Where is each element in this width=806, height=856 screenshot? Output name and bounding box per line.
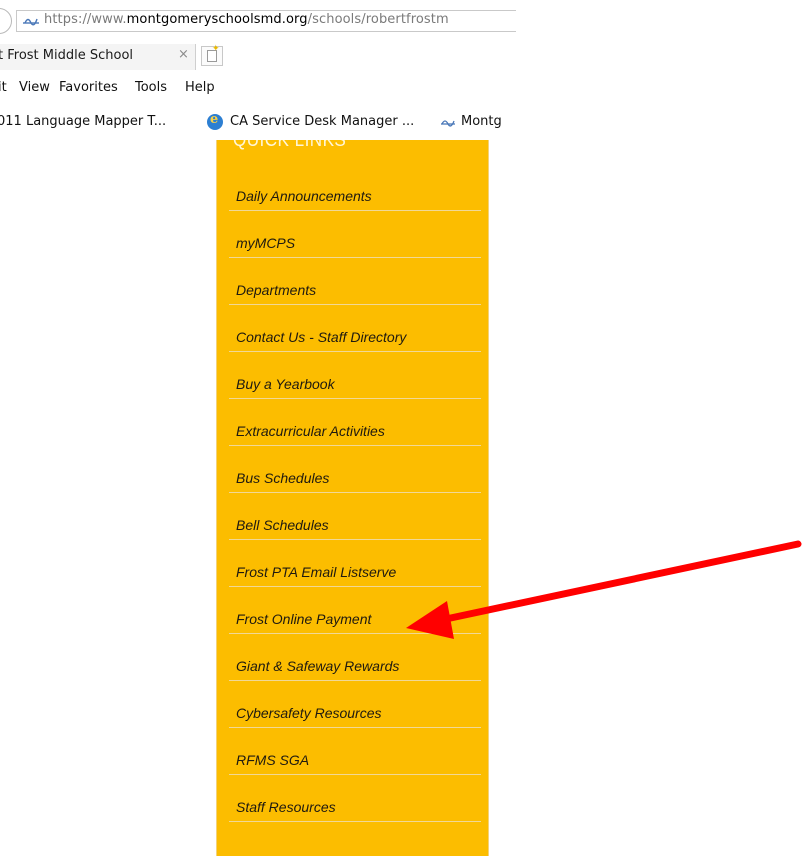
menu-view[interactable]: View	[19, 80, 50, 95]
quick-links-panel: QUICK LINKS Daily Announcements myMCPS D…	[216, 140, 489, 856]
url-host: montgomeryschoolsmd.org	[126, 12, 308, 27]
quick-links-list: Daily Announcements myMCPS Departments C…	[229, 164, 481, 822]
favorite-ca-service-desk[interactable]: CA Service Desk Manager ...	[230, 114, 414, 129]
quick-link-contact-us[interactable]: Contact Us - Staff Directory	[229, 305, 481, 352]
arrow-shaft	[442, 540, 802, 623]
url-scheme: https://www.	[44, 12, 127, 27]
link-label: Extracurricular Activities	[236, 423, 385, 439]
address-row: ❯ https://www.montgomeryschoolsmd.org/sc…	[0, 8, 516, 34]
quick-link-giant-safeway[interactable]: Giant & Safeway Rewards	[229, 634, 481, 681]
quick-links-title: QUICK LINKS	[233, 140, 347, 151]
quick-link-rfms-sga[interactable]: RFMS SGA	[229, 728, 481, 775]
link-label: Contact Us - Staff Directory	[236, 329, 407, 345]
quick-link-buy-yearbook[interactable]: Buy a Yearbook	[229, 352, 481, 399]
close-tab-icon[interactable]: ×	[178, 47, 189, 62]
link-label: Staff Resources	[236, 799, 336, 815]
menu-favorites[interactable]: Favorites	[59, 80, 118, 95]
url-path: /schools/robertfrostm	[307, 12, 449, 27]
quick-link-pta-listserve[interactable]: Frost PTA Email Listserve	[229, 540, 481, 587]
menu-tools[interactable]: Tools	[135, 80, 167, 95]
link-label: Frost PTA Email Listserve	[236, 564, 397, 580]
quick-link-extracurricular[interactable]: Extracurricular Activities	[229, 399, 481, 446]
url-text[interactable]: https://www.montgomeryschoolsmd.org/scho…	[44, 12, 449, 27]
montgomery-schools-icon	[23, 18, 39, 26]
favorite-language-mapper[interactable]: 011 Language Mapper T...	[0, 114, 166, 129]
internet-explorer-icon	[207, 112, 223, 130]
quick-link-bus-schedules[interactable]: Bus Schedules	[229, 446, 481, 493]
tab-strip: t Frost Middle School × ✦	[0, 44, 510, 70]
favorite-montgomery[interactable]: Montg	[461, 114, 502, 129]
montgomery-schools-icon	[441, 120, 455, 127]
link-label: Bus Schedules	[236, 470, 330, 486]
link-label: Bell Schedules	[236, 517, 329, 533]
new-tab-button[interactable]: ✦	[201, 44, 223, 66]
menu-edit[interactable]: it	[0, 80, 7, 95]
quick-link-departments[interactable]: Departments	[229, 258, 481, 305]
link-label: myMCPS	[236, 235, 296, 251]
sparkle-icon: ✦	[212, 44, 220, 54]
link-label: Giant & Safeway Rewards	[236, 658, 400, 674]
quick-link-online-payment[interactable]: Frost Online Payment	[229, 587, 481, 634]
link-label: Buy a Yearbook	[236, 376, 335, 392]
link-label: RFMS SGA	[236, 752, 310, 768]
link-label: Daily Announcements	[236, 188, 372, 204]
quick-link-bell-schedules[interactable]: Bell Schedules	[229, 493, 481, 540]
link-label: Departments	[236, 282, 317, 298]
favorites-bar: 011 Language Mapper T... CA Service Desk…	[0, 108, 510, 132]
link-label: Cybersafety Resources	[236, 705, 382, 721]
quick-link-daily-announcements[interactable]: Daily Announcements	[229, 164, 481, 211]
forward-button[interactable]: ❯	[0, 8, 12, 34]
link-label: Frost Online Payment	[236, 611, 372, 627]
browser-chrome: ❯ https://www.montgomeryschoolsmd.org/sc…	[0, 0, 516, 140]
tab-frost-middle-school[interactable]: t Frost Middle School ×	[0, 44, 196, 70]
tab-title: t Frost Middle School	[0, 48, 134, 63]
menu-help[interactable]: Help	[185, 80, 215, 95]
quick-link-staff-resources[interactable]: Staff Resources	[229, 775, 481, 822]
quick-link-mymcps[interactable]: myMCPS	[229, 211, 481, 258]
chevron-right-icon: ❯	[0, 13, 1, 31]
quick-link-cybersafety[interactable]: Cybersafety Resources	[229, 681, 481, 728]
